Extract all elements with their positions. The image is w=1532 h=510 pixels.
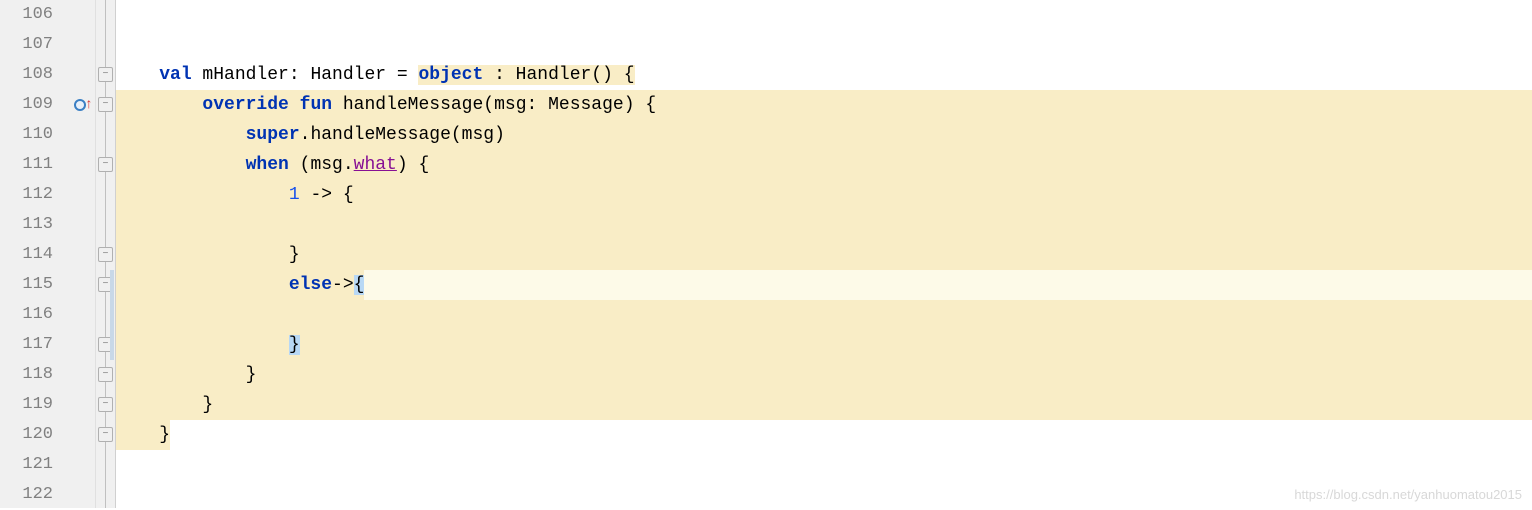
code-line[interactable]: [116, 0, 1532, 30]
code-editor: 106 107 108 109 110 111 112 113 114 115 …: [0, 0, 1532, 508]
line-number[interactable]: 110: [0, 120, 53, 150]
line-number[interactable]: 112: [0, 180, 53, 210]
line-number[interactable]: 108: [0, 60, 53, 90]
number-literal: 1: [289, 185, 300, 205]
line-number[interactable]: 117: [0, 330, 53, 360]
fold-expand-icon[interactable]: −: [98, 367, 113, 382]
code-text-area[interactable]: val mHandler: Handler = object : Handler…: [116, 0, 1532, 508]
keyword-when: when: [246, 155, 289, 175]
code-text: -> {: [300, 185, 354, 205]
fold-expand-icon[interactable]: −: [98, 427, 113, 442]
keyword-val: val: [159, 65, 191, 85]
code-line[interactable]: when (msg.what) {: [116, 150, 1532, 180]
code-line[interactable]: }: [116, 390, 1532, 420]
code-line[interactable]: }: [116, 330, 1532, 360]
code-line[interactable]: override fun handleMessage(msg: Message)…: [116, 90, 1532, 120]
code-text: .handleMessage(msg): [300, 125, 505, 145]
indent: [116, 65, 159, 85]
marker-column: ↑: [65, 0, 95, 508]
brace: }: [202, 395, 213, 415]
line-number[interactable]: 116: [0, 300, 53, 330]
code-text: : Handler() {: [483, 65, 634, 85]
brace-highlighted: }: [289, 335, 300, 355]
keyword-override: override: [202, 95, 288, 115]
line-number[interactable]: 107: [0, 30, 53, 60]
line-number[interactable]: 121: [0, 450, 53, 480]
indent: [116, 365, 246, 385]
indent: [116, 125, 246, 145]
line-number[interactable]: 115: [0, 270, 53, 300]
code-line[interactable]: 1 -> {: [116, 180, 1532, 210]
code-text: handleMessage(msg: Message) {: [332, 95, 656, 115]
code-text: mHandler: Handler =: [192, 65, 419, 85]
indent: [116, 185, 289, 205]
change-marker: [110, 270, 114, 360]
line-number-column: 106 107 108 109 110 111 112 113 114 115 …: [0, 0, 65, 508]
fold-expand-icon[interactable]: −: [98, 397, 113, 412]
brace-highlighted: {: [354, 275, 365, 295]
arrow-up-icon: ↑: [85, 97, 93, 113]
fold-column: − − − − − − − − −: [95, 0, 115, 508]
code-text: ) {: [397, 155, 429, 175]
code-line[interactable]: }: [116, 360, 1532, 390]
code-line[interactable]: [116, 450, 1532, 480]
code-line[interactable]: super.handleMessage(msg): [116, 120, 1532, 150]
line-number[interactable]: 109: [0, 90, 53, 120]
fold-expand-icon[interactable]: −: [98, 247, 113, 262]
indent: [116, 395, 202, 415]
line-number[interactable]: 106: [0, 0, 53, 30]
line-number[interactable]: 118: [0, 360, 53, 390]
indent: [116, 335, 289, 355]
keyword-object: object: [418, 65, 483, 85]
line-number[interactable]: 119: [0, 390, 53, 420]
keyword-super: super: [246, 125, 300, 145]
indent: [116, 275, 289, 295]
code-line[interactable]: val mHandler: Handler = object : Handler…: [116, 60, 1532, 90]
keyword-fun: fun: [300, 95, 332, 115]
code-line[interactable]: }: [116, 420, 1532, 450]
watermark-text: https://blog.csdn.net/yanhuomatou2015: [1294, 487, 1522, 502]
line-number[interactable]: 122: [0, 480, 53, 510]
indent: [116, 245, 289, 265]
line-number[interactable]: 111: [0, 150, 53, 180]
code-line[interactable]: [116, 300, 1532, 330]
fold-collapse-icon[interactable]: −: [98, 157, 113, 172]
brace: }: [246, 365, 257, 385]
property-what: what: [354, 155, 397, 175]
indent: [116, 95, 202, 115]
code-text: (msg.: [289, 155, 354, 175]
editor-gutter: 106 107 108 109 110 111 112 113 114 115 …: [0, 0, 116, 508]
line-number[interactable]: 113: [0, 210, 53, 240]
code-line[interactable]: [116, 30, 1532, 60]
indent: [116, 425, 159, 445]
keyword-else: else: [289, 275, 332, 295]
code-line[interactable]: else->{: [116, 270, 1532, 300]
brace: }: [159, 425, 170, 445]
fold-collapse-icon[interactable]: −: [98, 97, 113, 112]
override-marker-icon[interactable]: ↑: [69, 94, 91, 116]
line-number[interactable]: 114: [0, 240, 53, 270]
code-line[interactable]: }: [116, 240, 1532, 270]
fold-collapse-icon[interactable]: −: [98, 67, 113, 82]
arrow-operator: ->: [332, 275, 354, 295]
space: [289, 95, 300, 115]
brace: }: [289, 245, 300, 265]
code-line[interactable]: [116, 210, 1532, 240]
indent: [116, 155, 246, 175]
line-number[interactable]: 120: [0, 420, 53, 450]
